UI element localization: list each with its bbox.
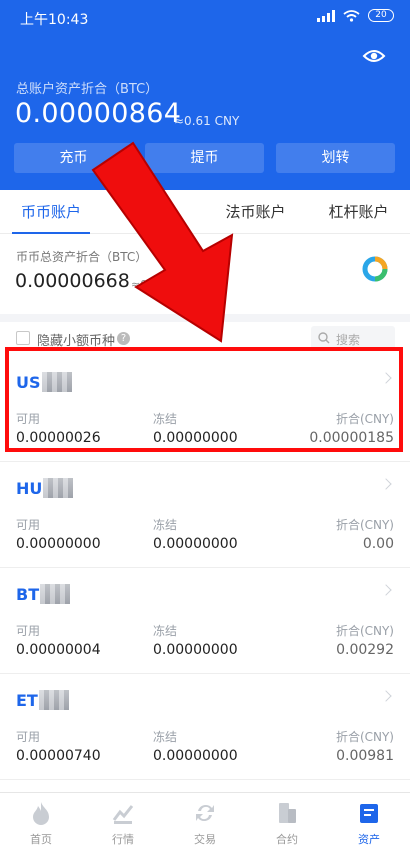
tab-account[interactable]: 账户 <box>102 190 204 234</box>
contract-icon <box>279 803 296 823</box>
transfer-button[interactable]: 划转 <box>276 143 395 173</box>
asset-row[interactable]: HU 可用 冻结 折合(CNY) 0.00000000 0.00000000 0… <box>0 462 410 568</box>
market-icon <box>112 805 134 824</box>
nav-label-assets: 资产 <box>358 833 380 846</box>
assets-icon <box>360 804 378 823</box>
bottom-nav: 首页 行情 交易 合约 资产 <box>0 792 410 851</box>
value-cny-label: 折合(CNY) <box>335 624 394 638</box>
chevron-right-icon <box>380 372 392 384</box>
nav-item-trade[interactable]: 交易 <box>164 793 246 851</box>
filter-bar: 隐藏小额币种 ? 搜索 <box>0 322 410 356</box>
account-header: 上午10:43 20 总账户资产折合（BTC） 0.00000864 ≈0.61… <box>0 0 410 190</box>
available-value: 0.00000740 <box>16 748 101 764</box>
value-cny-value: 0.00981 <box>336 748 394 764</box>
chevron-right-icon <box>380 584 392 596</box>
nav-item-contract[interactable]: 合约 <box>246 793 328 851</box>
hide-small-checkbox[interactable] <box>16 331 30 345</box>
coin-name: BT <box>16 584 71 604</box>
frozen-label: 冻结 <box>153 412 178 426</box>
help-icon[interactable]: ? <box>117 332 130 345</box>
frozen-value: 0.00000000 <box>153 748 238 764</box>
search-icon <box>318 332 330 344</box>
status-bar: 上午10:43 20 <box>0 0 410 34</box>
spot-total-card: 币币总资产折合（BTC） 0.00000668 ≈0.47 <box>0 234 410 314</box>
spot-total-label: 币币总资产折合（BTC） <box>16 250 148 264</box>
coin-name: HU <box>16 478 74 498</box>
value-cny-label: 折合(CNY) <box>335 412 394 426</box>
frozen-value: 0.00000000 <box>153 536 238 552</box>
asset-row[interactable]: BT 可用 冻结 折合(CNY) 0.00000004 0.00000000 0… <box>0 568 410 674</box>
nav-label-trade: 交易 <box>194 833 216 846</box>
nav-item-home[interactable]: 首页 <box>0 793 82 851</box>
spot-total-value: 0.00000668 <box>15 270 130 292</box>
asset-list: US 可用 冻结 折合(CNY) 0.00000026 0.00000000 0… <box>0 356 410 792</box>
value-cny-label: 折合(CNY) <box>335 730 394 744</box>
frozen-value: 0.00000000 <box>153 642 238 658</box>
available-value: 0.00000026 <box>16 430 101 446</box>
eye-icon[interactable] <box>362 45 386 67</box>
value-cny-value: 0.00000185 <box>309 430 394 446</box>
nav-label-contract: 合约 <box>276 833 298 846</box>
pie-chart-icon[interactable] <box>362 256 388 282</box>
blurred-coin-suffix <box>40 584 71 604</box>
total-assets-label: 总账户资产折合（BTC） <box>16 82 159 97</box>
spot-total-cny: ≈0.47 <box>131 278 165 291</box>
tab-fiat-account[interactable]: 法币账户 <box>204 190 307 234</box>
signal-icon <box>317 9 335 22</box>
value-cny-value: 0.00 <box>362 536 394 552</box>
available-label: 可用 <box>16 624 41 638</box>
available-value: 0.00000004 <box>16 642 101 658</box>
battery-icon: 20 <box>368 9 394 22</box>
total-assets-cny: ≈0.61 CNY <box>174 114 240 128</box>
hide-small-label: 隐藏小额币种 <box>37 334 116 349</box>
asset-row[interactable]: US 可用 冻结 折合(CNY) 0.00000026 0.00000000 0… <box>0 356 410 462</box>
search-input[interactable]: 搜索 <box>311 326 395 351</box>
asset-row[interactable]: ET 可用 冻结 折合(CNY) 0.00000740 0.00000000 0… <box>0 674 410 780</box>
home-flame-icon <box>33 802 49 825</box>
tab-margin-account[interactable]: 杠杆账户 <box>307 190 410 234</box>
frozen-label: 冻结 <box>153 730 178 744</box>
nav-label-home: 首页 <box>30 833 52 846</box>
wifi-icon <box>343 9 360 22</box>
available-label: 可用 <box>16 412 41 426</box>
search-placeholder: 搜索 <box>336 333 361 347</box>
nav-label-market: 行情 <box>112 833 134 846</box>
tab-spot-account[interactable]: 币币账户 <box>0 190 102 234</box>
available-label: 可用 <box>16 518 41 532</box>
chevron-right-icon <box>380 690 392 702</box>
available-label: 可用 <box>16 730 41 744</box>
withdraw-button[interactable]: 提币 <box>145 143 264 173</box>
value-cny-label: 折合(CNY) <box>335 518 394 532</box>
frozen-label: 冻结 <box>153 518 178 532</box>
available-value: 0.00000000 <box>16 536 101 552</box>
blurred-coin-suffix <box>38 690 69 710</box>
value-cny-value: 0.00292 <box>336 642 394 658</box>
deposit-button[interactable]: 充币 <box>14 143 133 173</box>
frozen-value: 0.00000000 <box>153 430 238 446</box>
frozen-label: 冻结 <box>153 624 178 638</box>
status-icons: 20 <box>317 9 394 22</box>
nav-item-assets[interactable]: 资产 <box>328 793 410 851</box>
blurred-coin-suffix <box>43 478 74 498</box>
account-tabs: 币币账户 账户 法币账户 杠杆账户 <box>0 190 410 234</box>
coin-name: US <box>16 372 72 392</box>
total-assets-value: 0.00000864 <box>15 98 182 129</box>
blurred-coin-suffix <box>41 372 72 392</box>
chevron-right-icon <box>380 478 392 490</box>
coin-name: ET <box>16 690 69 710</box>
nav-item-market[interactable]: 行情 <box>82 793 164 851</box>
trade-icon <box>196 804 214 822</box>
status-time: 上午10:43 <box>20 12 89 28</box>
